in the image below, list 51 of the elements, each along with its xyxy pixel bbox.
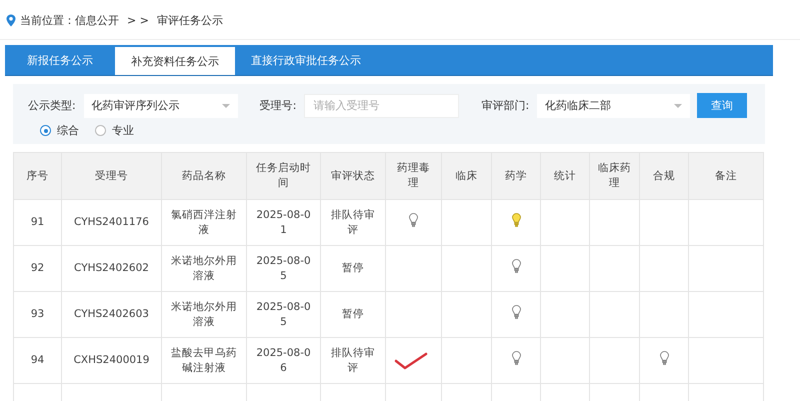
column-header: 药理毒理 bbox=[396, 161, 431, 191]
number-input-field[interactable]: 请输入受理号 bbox=[304, 94, 460, 118]
table-cell: 氯硝西泮注射液 bbox=[170, 208, 238, 238]
radio-button[interactable] bbox=[40, 125, 51, 136]
caret-icon bbox=[222, 104, 230, 108]
table-cell-text: 暂停 bbox=[341, 261, 365, 276]
table-cell-text: 91 bbox=[30, 215, 46, 230]
table-cell-text: CYHS2402602 bbox=[73, 261, 150, 276]
table-cell-text: 暂停 bbox=[341, 307, 365, 322]
column-header: 备注 bbox=[714, 168, 738, 184]
tab[interactable]: 新报任务公示 bbox=[5, 45, 115, 75]
table-cell: 米诺地尔外用溶液 bbox=[170, 300, 238, 330]
table-cell-text: CYHS2402603 bbox=[73, 307, 150, 322]
location-pin-icon bbox=[6, 14, 16, 27]
table-cell: 2025-08-05 bbox=[255, 254, 312, 284]
caret-icon bbox=[674, 104, 682, 108]
column-header: 统计 bbox=[553, 168, 577, 184]
number-label: 受理号: bbox=[260, 98, 296, 113]
type-label: 公示类型: bbox=[28, 98, 76, 113]
column-header: 受理号 bbox=[94, 168, 129, 184]
column-header: 审评状态 bbox=[330, 168, 376, 184]
table-cell: 2025-08-06 bbox=[255, 346, 312, 376]
column-header: 临床 bbox=[454, 168, 478, 184]
table-cell-text: CXHS2400019 bbox=[72, 353, 150, 368]
breadcrumb-label: 当前位置：信息公开 bbox=[20, 13, 119, 28]
department-dropdown[interactable]: 化药临床二部 bbox=[537, 94, 690, 118]
table-cell: 2025-08-01 bbox=[255, 208, 312, 238]
tab[interactable]: 补充资料任务公示 bbox=[115, 47, 235, 75]
breadcrumb-current: 审评任务公示 bbox=[156, 13, 223, 28]
table-cell-text: 排队待审评 bbox=[330, 208, 376, 238]
table-cell: 2025-08-05 bbox=[255, 300, 312, 330]
table-cell-text: 92 bbox=[30, 261, 46, 276]
department-label: 审评部门: bbox=[481, 98, 530, 113]
table-cell-text: 94 bbox=[30, 353, 46, 368]
column-header: 合规 bbox=[652, 168, 676, 184]
radio-button[interactable] bbox=[95, 125, 106, 136]
column-header: 药学 bbox=[504, 168, 528, 184]
column-header: 序号 bbox=[26, 168, 50, 184]
column-header: 临床药理 bbox=[598, 161, 631, 191]
table-cell-text: 排队待审评 bbox=[330, 346, 376, 376]
column-header: 任务启动时间 bbox=[255, 161, 312, 191]
radio-option[interactable]: 综合 bbox=[40, 123, 79, 138]
table-cell-text: 93 bbox=[30, 307, 46, 322]
table-cell: 米诺地尔外用溶液 bbox=[170, 254, 238, 284]
table-cell-text: CYHS2401176 bbox=[73, 215, 150, 230]
tab[interactable]: 直接行政审批任务公示 bbox=[235, 45, 377, 75]
type-dropdown[interactable]: 化药审评序列公示 bbox=[84, 94, 238, 118]
column-header: 药品名称 bbox=[181, 168, 227, 184]
table-cell: 盐酸去甲乌药碱注射液 bbox=[170, 346, 238, 376]
radio-option[interactable]: 专业 bbox=[95, 123, 134, 138]
breadcrumb-separator: > > bbox=[127, 14, 149, 27]
